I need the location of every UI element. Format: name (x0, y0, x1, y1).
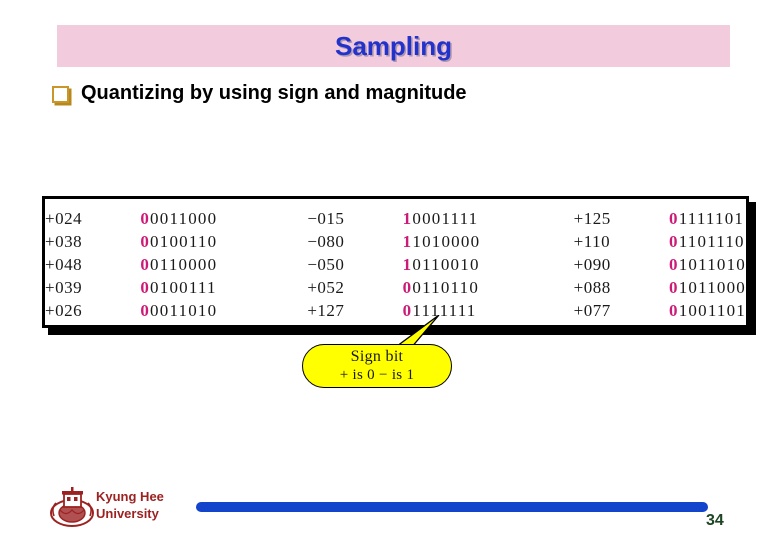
magnitude-bits: 0100111 (150, 277, 217, 297)
sign-bit-digit: 1 (402, 208, 413, 228)
sign-bit-digit: 1 (402, 231, 413, 251)
table-body: +024 00011000 −015 10001111 +125 01111101 +038… (45, 207, 746, 322)
sign-bit-digit: 0 (140, 300, 151, 320)
bullet-row: Quantizing by using sign and magnitude (52, 82, 467, 105)
magnitude-bits: 0001111 (412, 208, 479, 228)
decimal-value-cell: +125 (573, 208, 611, 228)
sign-bit-digit: 0 (140, 277, 151, 297)
magnitude-bits: 0110010 (412, 254, 480, 274)
bullet-item-label: Quantizing by using sign and magnitude (81, 82, 467, 104)
magnitude-bits: 1001101 (678, 300, 746, 320)
decimal-value-cell: +024 (45, 208, 83, 228)
binary-value-cell: 01101110 (669, 230, 746, 253)
decimal-value-cell: +090 (573, 254, 611, 274)
magnitude-bits: 0110110 (412, 277, 480, 297)
binary-value-cell: 01011000 (669, 276, 746, 299)
magnitude-bits: 1010000 (412, 231, 481, 251)
footer-university-name: Kyung Hee University (96, 488, 164, 522)
sign-bit-digit: 0 (669, 300, 679, 320)
decimal-value-cell: +052 (307, 277, 345, 297)
decimal-value-cell: +039 (45, 277, 83, 297)
page-title: Sampling (334, 31, 452, 61)
binary-value-cell: 00110110 (403, 276, 574, 299)
magnitude-bits: 1111101 (678, 208, 745, 228)
binary-value-cell: 01011010 (669, 253, 746, 276)
table-row: +039 00100111 +052 00110110 +088 01011000 (45, 276, 746, 299)
callout-title: Sign bit (350, 348, 404, 365)
binary-value-cell: 01001101 (669, 299, 746, 322)
decimal-value-cell: +026 (45, 300, 83, 320)
sign-magnitude-table: +024 00011000 −015 10001111 +125 01111101 +038… (45, 207, 746, 322)
table-row: +024 00011000 −015 10001111 +125 01111101 (45, 207, 746, 230)
magnitude-bits: 0011000 (150, 208, 218, 228)
decimal-value-cell: +088 (573, 277, 611, 297)
binary-value-cell: 00100110 (140, 230, 307, 253)
sign-bit-digit: 0 (140, 231, 151, 251)
decimal-value-cell: −050 (307, 254, 345, 274)
binary-value-cell: 00011000 (140, 207, 307, 230)
magnitude-bits: 0110000 (150, 254, 218, 274)
binary-value-cell: 00100111 (140, 276, 307, 299)
sign-bit-digit: 1 (402, 254, 413, 274)
binary-value-cell: 00110000 (140, 253, 307, 276)
magnitude-bits: 0100110 (150, 231, 218, 251)
sign-bit-digit: 0 (402, 277, 413, 297)
sign-bit-digit: 0 (140, 254, 151, 274)
sign-bit-callout: Sign bit + is 0 − is 1 (302, 344, 452, 388)
sign-bit-digit: 0 (669, 277, 679, 297)
binary-value-cell: 01111101 (669, 207, 746, 230)
decimal-value-cell: +038 (45, 231, 83, 251)
footer-university-line1: Kyung Hee (96, 489, 164, 504)
sign-bit-digit: 0 (669, 208, 679, 228)
binary-value-cell: 11010000 (403, 230, 574, 253)
footer-university-line2: University (96, 506, 159, 521)
page-number: 34 (706, 512, 724, 529)
decimal-value-cell: −080 (307, 231, 345, 251)
callout-subtitle: + is 0 − is 1 (339, 367, 415, 383)
decimal-value-cell: −015 (307, 208, 345, 228)
table-row: +038 00100110 −080 11010000 +110 01101110 (45, 230, 746, 253)
binary-value-cell: 10110010 (403, 253, 574, 276)
binary-value-cell: 10001111 (403, 207, 574, 230)
magnitude-bits: 1101110 (678, 231, 745, 251)
binary-value-cell: 00011010 (140, 299, 307, 322)
sign-bit-digit: 0 (669, 231, 679, 251)
sign-bit-digit: 0 (140, 208, 151, 228)
decimal-value-cell: +077 (573, 300, 611, 320)
table-row: +048 00110000 −050 10110010 +090 01011010 (45, 253, 746, 276)
hollow-square-bullet-icon (52, 86, 69, 103)
sign-magnitude-figure: +024 00011000 −015 10001111 +125 01111101 +038… (42, 196, 749, 328)
sign-bit-digit: 0 (669, 254, 679, 274)
kyung-hee-university-crest-icon (50, 487, 94, 527)
footer-accent-bar (196, 502, 708, 512)
decimal-value-cell: +048 (45, 254, 83, 274)
decimal-value-cell: +110 (573, 231, 611, 251)
magnitude-bits: 1011010 (678, 254, 746, 274)
magnitude-bits: 0011010 (150, 300, 218, 320)
magnitude-bits: 1011000 (678, 277, 746, 297)
